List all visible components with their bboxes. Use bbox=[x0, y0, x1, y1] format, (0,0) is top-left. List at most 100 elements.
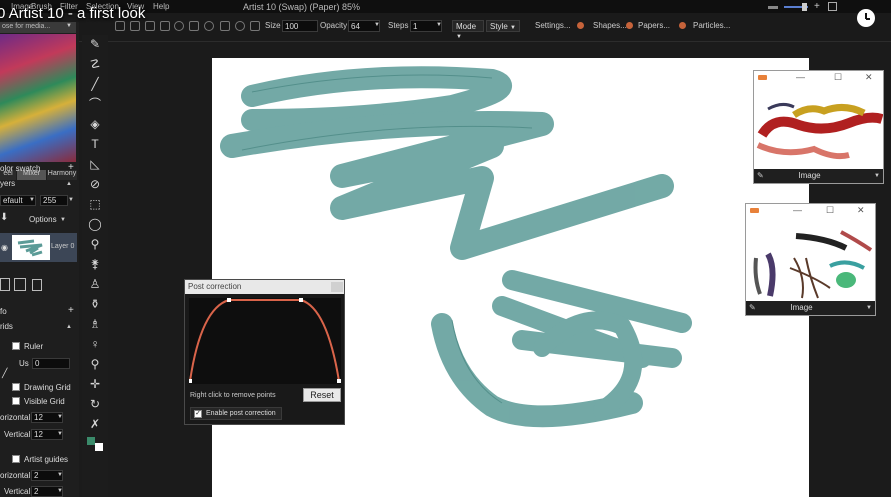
size-icon[interactable] bbox=[250, 21, 260, 31]
curve-point[interactable] bbox=[299, 298, 303, 302]
foreground-color-swatch[interactable] bbox=[87, 437, 95, 445]
visible-grid-checkbox[interactable] bbox=[12, 397, 20, 405]
style-dropdown[interactable]: Style ▼ bbox=[486, 20, 520, 32]
drawing-grid-checkbox[interactable] bbox=[12, 383, 20, 391]
app-icon bbox=[750, 208, 759, 213]
grids-label: rids bbox=[0, 322, 13, 331]
image-label[interactable]: Image bbox=[754, 171, 865, 180]
eraser-icon[interactable] bbox=[130, 21, 140, 31]
select-rect-icon[interactable]: ⬚ bbox=[88, 197, 102, 211]
ruler-checkbox[interactable] bbox=[12, 342, 20, 350]
chevron-down-icon[interactable]: ▼ bbox=[866, 305, 872, 311]
correction-curve-graph[interactable] bbox=[188, 298, 341, 384]
collapse-icon[interactable]: ▲ bbox=[66, 324, 72, 330]
palette-media-select[interactable]: ose for media... bbox=[0, 22, 76, 33]
color-palette-image[interactable] bbox=[0, 34, 76, 162]
transform-tool-icon[interactable]: ✗ bbox=[88, 417, 102, 431]
bucket-tool-icon[interactable]: ⚱ bbox=[88, 297, 102, 311]
gear-brush-icon[interactable] bbox=[174, 21, 184, 31]
enable-post-correction-checkbox[interactable]: ✓ bbox=[194, 410, 202, 418]
eyedropper-tool-icon[interactable]: ⚵ bbox=[88, 257, 102, 271]
post-correction-title: Post correction bbox=[185, 280, 344, 294]
artist-guides-checkbox[interactable] bbox=[12, 455, 20, 463]
chevron-down-icon[interactable]: ▼ bbox=[874, 173, 880, 179]
maximize-icon[interactable] bbox=[828, 2, 837, 11]
minimize-icon[interactable]: — bbox=[796, 72, 805, 82]
rectangle-tool-icon[interactable]: ◺ bbox=[88, 157, 102, 171]
zoom-in-icon[interactable]: + bbox=[814, 1, 820, 12]
image-brush-icon[interactable] bbox=[160, 21, 170, 31]
image-label[interactable]: Image bbox=[746, 303, 857, 312]
blend-icon[interactable] bbox=[145, 21, 155, 31]
chevron-down-icon: ▼ bbox=[57, 414, 63, 420]
close-button[interactable] bbox=[331, 282, 343, 292]
add-swatch-icon[interactable]: + bbox=[68, 162, 74, 173]
arrow-down-icon[interactable]: ⬇ bbox=[0, 212, 8, 223]
layer-opacity-input[interactable]: 255 bbox=[40, 195, 68, 206]
background-color-swatch[interactable] bbox=[95, 443, 103, 451]
menu-help[interactable]: Help bbox=[153, 2, 169, 11]
shapes-dot-icon bbox=[577, 22, 584, 29]
mode-dropdown[interactable]: Mode ▼ bbox=[452, 20, 484, 40]
grid-icon[interactable] bbox=[220, 21, 230, 31]
sphere-icon[interactable] bbox=[204, 21, 214, 31]
new-layer-icon[interactable] bbox=[0, 278, 10, 291]
info-add-icon[interactable]: + bbox=[68, 305, 74, 316]
curve-point[interactable] bbox=[227, 298, 231, 302]
maximize-icon[interactable]: ☐ bbox=[826, 205, 834, 216]
guide-horizontal-label: orizontal bbox=[0, 471, 31, 480]
layer-options-button[interactable]: Options bbox=[29, 215, 57, 224]
expand-icon[interactable] bbox=[189, 21, 199, 31]
enable-post-correction[interactable]: ✓ Enable post correction bbox=[190, 407, 282, 420]
window-titlebar: — ☐ ✕ bbox=[754, 71, 883, 85]
fill-tool-icon[interactable]: ◈ bbox=[88, 117, 102, 131]
line-tool-icon[interactable]: ╱ bbox=[88, 77, 102, 91]
video-title[interactable]: 0 Artist 10 - a first look bbox=[0, 5, 145, 22]
visible-grid-label: Visible Grid bbox=[24, 397, 65, 406]
chevron-down-icon[interactable]: ▼ bbox=[66, 23, 72, 29]
curve-point[interactable] bbox=[188, 379, 192, 383]
papers-button[interactable]: Papers... bbox=[638, 21, 670, 30]
circle-icon[interactable] bbox=[235, 21, 245, 31]
maximize-icon[interactable]: ☐ bbox=[834, 72, 842, 83]
brush-tool-icon[interactable]: ✎ bbox=[88, 37, 102, 51]
close-icon[interactable]: ✕ bbox=[857, 205, 865, 216]
balloon-tool-icon[interactable]: ♀ bbox=[88, 337, 102, 351]
paint-strokes bbox=[220, 66, 692, 428]
window-titlebar: — ☐ ✕ bbox=[746, 204, 875, 218]
close-icon[interactable]: ✕ bbox=[865, 72, 873, 83]
minimize-bar-icon[interactable] bbox=[768, 6, 778, 9]
fill-icon[interactable] bbox=[115, 21, 125, 31]
pin-tool-icon[interactable]: ⚲ bbox=[88, 357, 102, 371]
shapes-button[interactable]: Shapes... bbox=[593, 21, 627, 30]
stamp-tool-icon[interactable]: ♙ bbox=[88, 277, 102, 291]
zoom-slider-handle-icon[interactable] bbox=[802, 3, 807, 11]
chevron-down-icon[interactable]: ▼ bbox=[68, 197, 74, 203]
watch-later-clock-icon[interactable] bbox=[857, 9, 875, 27]
size-input[interactable]: 100 bbox=[282, 20, 318, 32]
rotate-tool-icon[interactable]: ↻ bbox=[88, 397, 102, 411]
delete-layer-icon[interactable] bbox=[32, 279, 42, 291]
chevron-down-icon: ▼ bbox=[456, 34, 462, 40]
curve-point[interactable] bbox=[337, 379, 341, 383]
smudge-tool-icon[interactable]: ☡ bbox=[88, 57, 102, 71]
opacity-dropdown-icon[interactable]: ▼ bbox=[374, 22, 380, 28]
chevron-down-icon: ▼ bbox=[57, 431, 63, 437]
steps-dropdown-icon[interactable]: ▼ bbox=[436, 22, 442, 28]
select-ellipse-icon[interactable]: ◯ bbox=[88, 217, 102, 231]
reset-button[interactable]: Reset bbox=[303, 388, 341, 402]
layer-row[interactable]: ◉ Layer 0 bbox=[0, 233, 77, 262]
duplicate-layer-icon[interactable] bbox=[14, 278, 26, 291]
particles-button[interactable]: Particles... bbox=[693, 21, 730, 30]
units-input[interactable]: 0 bbox=[32, 358, 70, 369]
settings-button[interactable]: Settings... bbox=[535, 21, 571, 30]
minimize-icon[interactable]: — bbox=[793, 205, 802, 215]
zoom-tool-icon[interactable]: ⚲ bbox=[88, 237, 102, 251]
figure-tool-icon[interactable]: ♗ bbox=[88, 317, 102, 331]
text-tool-icon[interactable]: T bbox=[88, 137, 102, 151]
collapse-icon[interactable]: ▲ bbox=[66, 181, 72, 187]
curve-tool-icon[interactable]: ⌒ bbox=[88, 97, 102, 111]
eye-icon[interactable]: ◉ bbox=[1, 243, 8, 252]
ellipse-tool-icon[interactable]: ⊘ bbox=[88, 177, 102, 191]
move-tool-icon[interactable]: ✛ bbox=[88, 377, 102, 391]
